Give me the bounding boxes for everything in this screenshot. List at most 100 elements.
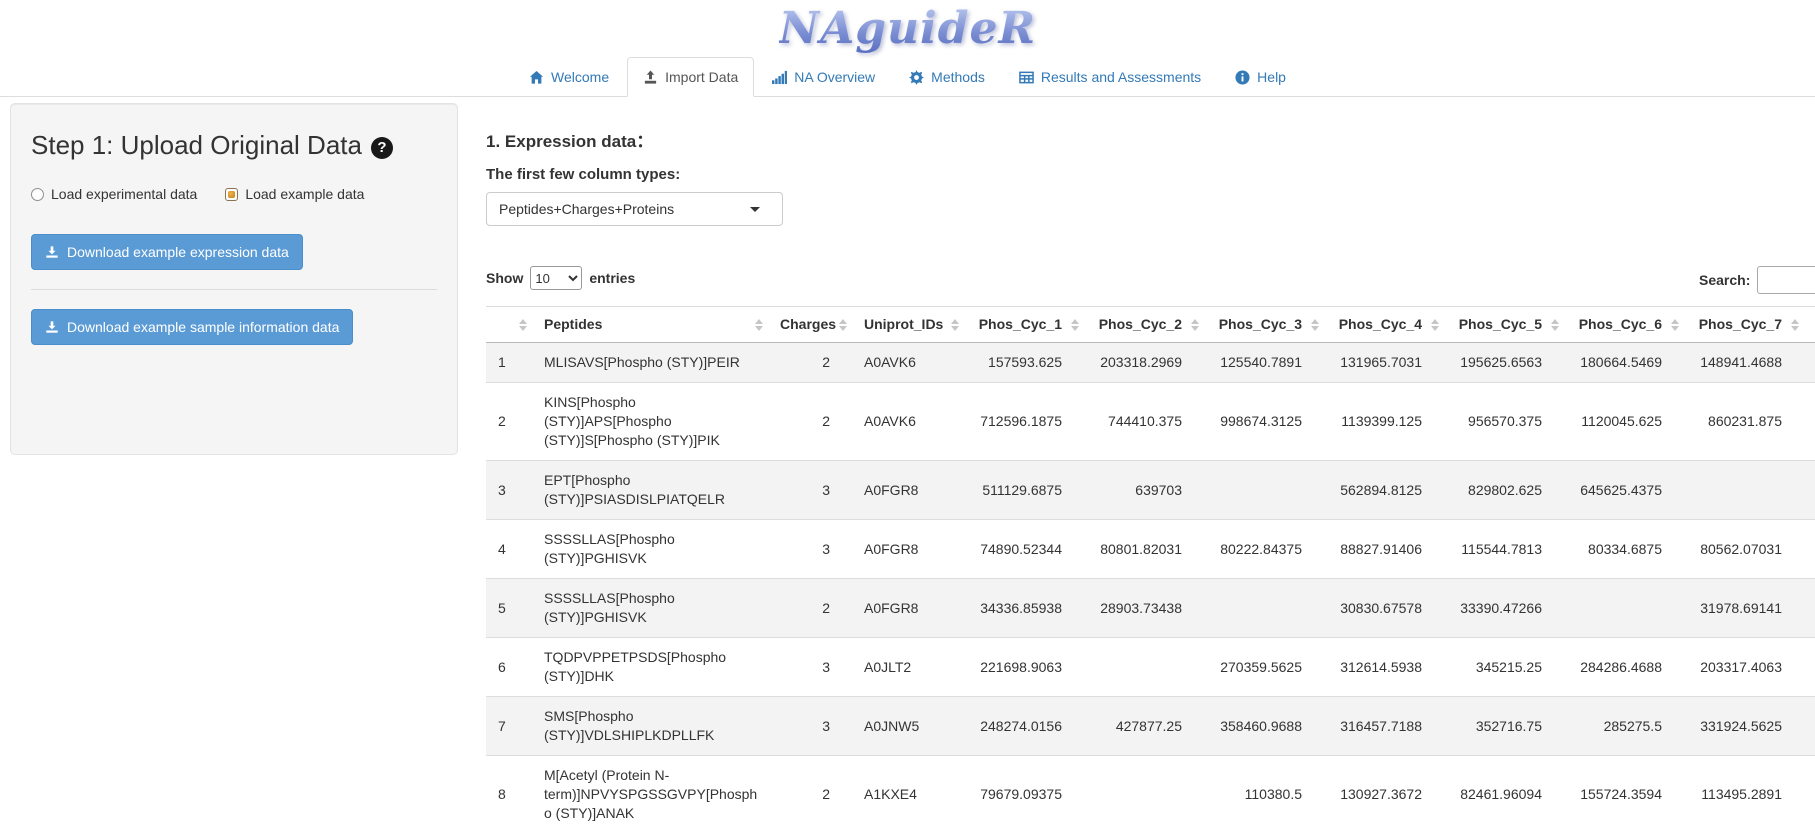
value-cell: 110380.5 (1206, 756, 1326, 826)
sort-icon (1191, 318, 1199, 332)
entries-label: entries (589, 270, 635, 286)
value-cell (1206, 461, 1326, 520)
nav-tab-label: Results and Assessments (1041, 68, 1201, 86)
uniprot-cell: A0AVK6 (854, 383, 966, 461)
nav-tab-welcome[interactable]: Welcome (513, 57, 625, 97)
value-cell: 427877.25 (1086, 697, 1206, 756)
page-length-control: Show 10 entries (486, 266, 1815, 290)
radio-load-example-data[interactable]: Load example data (225, 186, 364, 202)
value-cell: 645625.4375 (1566, 461, 1686, 520)
uniprot-cell: A0JLT2 (854, 638, 966, 697)
radio-label: Load example data (245, 186, 364, 202)
column-header-phos-cyc-2[interactable]: Phos_Cyc_2 (1086, 307, 1206, 343)
expression-data-title: 1. Expression data： (486, 127, 1815, 152)
expression-data-table: Peptides Charges Uniprot_IDs Phos_Cyc_1 … (486, 306, 1815, 826)
value-cell: 248274.0156 (966, 697, 1086, 756)
value-cell: 345215.25 (1446, 638, 1566, 697)
show-label: Show (486, 270, 523, 286)
column-header-phos-cyc-4[interactable]: Phos_Cyc_4 (1326, 307, 1446, 343)
sort-icon (1071, 318, 1079, 332)
column-header-charges[interactable]: Charges (770, 307, 854, 343)
uniprot-cell: A0FGR8 (854, 579, 966, 638)
column-header-phos-cyc-6[interactable]: Phos_Cyc_6 (1566, 307, 1686, 343)
sort-icon (519, 318, 527, 332)
value-cell: 285275.5 (1566, 697, 1686, 756)
column-header-phos-cyc-1[interactable]: Phos_Cyc_1 (966, 307, 1086, 343)
search-input[interactable] (1757, 266, 1815, 294)
table-row[interactable]: 2KINS[Phospho (STY)]APS[Phospho (STY)]S[… (486, 383, 1815, 461)
value-cell: 284286.4688 (1566, 638, 1686, 697)
value-cell: 113495.2891 (1686, 756, 1806, 826)
peptide-cell: KINS[Phospho (STY)]APS[Phospho (STY)]S[P… (534, 383, 770, 461)
peptide-cell: SMS[Phospho (STY)]VDLSHIPLKDPLLFK (534, 697, 770, 756)
value-cell: 130927.3672 (1326, 756, 1446, 826)
value-cell: 358460.9688 (1206, 697, 1326, 756)
column-header-filler (1806, 307, 1815, 343)
nav-tab-methods[interactable]: Methods (893, 57, 1001, 97)
row-index-cell: 8 (486, 756, 534, 826)
divider (31, 289, 437, 290)
value-cell: 331924.5625 (1686, 697, 1806, 756)
row-index-cell: 3 (486, 461, 534, 520)
column-header-index[interactable] (486, 307, 534, 343)
app-logo: NAguideR (779, 5, 1036, 53)
charge-cell: 3 (770, 638, 854, 697)
nav-tab-results[interactable]: Results and Assessments (1003, 57, 1217, 97)
row-index-cell: 2 (486, 383, 534, 461)
nav-tabs: Welcome Import Data NA Overview Methods … (0, 57, 1815, 97)
sort-icon (755, 318, 763, 332)
sort-icon (951, 318, 959, 332)
filler-cell (1806, 461, 1815, 520)
charge-cell: 3 (770, 697, 854, 756)
uniprot-cell: A0FGR8 (854, 461, 966, 520)
table-row[interactable]: 7SMS[Phospho (STY)]VDLSHIPLKDPLLFK3A0JNW… (486, 697, 1815, 756)
radio-load-experimental-data[interactable]: Load experimental data (31, 186, 197, 202)
filler-cell (1806, 756, 1815, 826)
data-source-radio-group: Load experimental data Load example data (31, 186, 437, 202)
column-header-phos-cyc-7[interactable]: Phos_Cyc_7 (1686, 307, 1806, 343)
filler-cell (1806, 579, 1815, 638)
value-cell: 115544.7813 (1446, 520, 1566, 579)
sort-icon (1551, 318, 1559, 332)
value-cell: 125540.7891 (1206, 343, 1326, 383)
value-cell: 195625.6563 (1446, 343, 1566, 383)
nav-tab-na-overview[interactable]: NA Overview (756, 57, 891, 97)
value-cell: 639703 (1086, 461, 1206, 520)
info-circle-icon (1235, 70, 1250, 85)
value-cell: 80334.6875 (1566, 520, 1686, 579)
column-header-phos-cyc-3[interactable]: Phos_Cyc_3 (1206, 307, 1326, 343)
question-circle-icon[interactable] (371, 137, 393, 159)
peptide-cell: SSSSLLAS[Phospho (STY)]PGHISVK (534, 520, 770, 579)
charge-cell: 2 (770, 383, 854, 461)
filler-cell (1806, 343, 1815, 383)
download-expression-data-button[interactable]: Download example expression data (31, 234, 303, 270)
peptide-cell: MLISAVS[Phospho (STY)]PEIR (534, 343, 770, 383)
signal-icon (772, 70, 787, 85)
column-header-peptides[interactable]: Peptides (534, 307, 770, 343)
sort-icon (1431, 318, 1439, 332)
table-row[interactable]: 4SSSSLLAS[Phospho (STY)]PGHISVK3A0FGR874… (486, 520, 1815, 579)
column-header-uniprot-ids[interactable]: Uniprot_IDs (854, 307, 966, 343)
value-cell: 80801.82031 (1086, 520, 1206, 579)
table-row[interactable]: 1MLISAVS[Phospho (STY)]PEIR2A0AVK6157593… (486, 343, 1815, 383)
value-cell: 79679.09375 (966, 756, 1086, 826)
table-row[interactable]: 5SSSSLLAS[Phospho (STY)]PGHISVK2A0FGR834… (486, 579, 1815, 638)
table-row[interactable]: 8M[Acetyl (Protein N-term)]NPVYSPGSSGVPY… (486, 756, 1815, 826)
value-cell: 155724.3594 (1566, 756, 1686, 826)
peptide-cell: M[Acetyl (Protein N-term)]NPVYSPGSSGVPY[… (534, 756, 770, 826)
filler-cell (1806, 697, 1815, 756)
nav-tab-import-data[interactable]: Import Data (627, 57, 754, 97)
column-types-select[interactable]: Peptides+Charges+Proteins (486, 192, 783, 226)
download-icon (45, 320, 59, 334)
page-size-select[interactable]: 10 (530, 266, 582, 290)
download-sample-info-button[interactable]: Download example sample information data (31, 309, 353, 345)
nav-tab-help[interactable]: Help (1219, 57, 1302, 97)
nav-tab-label: Welcome (551, 68, 609, 86)
column-header-phos-cyc-5[interactable]: Phos_Cyc_5 (1446, 307, 1566, 343)
value-cell: 998674.3125 (1206, 383, 1326, 461)
table-row[interactable]: 3EPT[Phospho (STY)]PSIASDISLPIATQELR3A0F… (486, 461, 1815, 520)
value-cell: 352716.75 (1446, 697, 1566, 756)
column-types-selected-value: Peptides+Charges+Proteins (499, 201, 674, 217)
table-row[interactable]: 6TQDPVPPETPSDS[Phospho (STY)]DHK3A0JLT22… (486, 638, 1815, 697)
value-cell: 860231.875 (1686, 383, 1806, 461)
